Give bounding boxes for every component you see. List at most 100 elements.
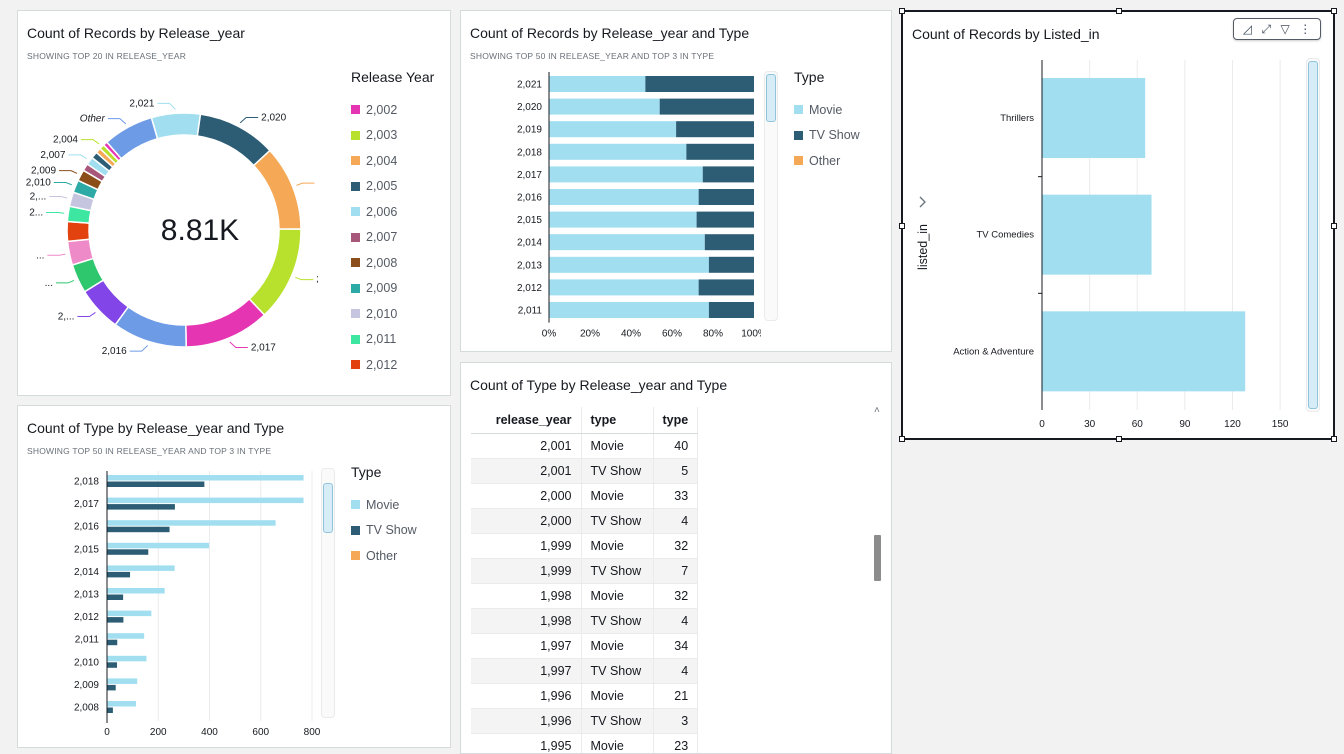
x-tick-label: 20% bbox=[580, 329, 600, 340]
legend-item[interactable]: Movie bbox=[351, 492, 417, 518]
slice-label: 2... bbox=[29, 207, 43, 218]
stacked-bar-panel[interactable]: Count of Records by Release_year and Typ… bbox=[460, 10, 892, 352]
legend-item[interactable]: TV Show bbox=[794, 123, 860, 149]
listed-in-panel[interactable]: Count of Records by Listed_in ◿ ⤢ ▽ ⋮ 03… bbox=[899, 8, 1337, 442]
y-tick-label: 2,013 bbox=[517, 260, 542, 271]
more-icon[interactable]: ⋮ bbox=[1299, 23, 1311, 35]
donut-slice bbox=[252, 149, 302, 230]
legend-swatch bbox=[351, 360, 360, 370]
stacked-bar-chart[interactable]: 2,021 2,020 2,019 2,018 2,017 2,016 2,015 2,014… bbox=[461, 67, 761, 347]
legend-item[interactable]: Movie bbox=[794, 97, 860, 123]
tvshow-bar bbox=[107, 617, 124, 623]
x-tick-label: 0% bbox=[542, 329, 557, 340]
legend-item[interactable]: Other bbox=[351, 543, 417, 569]
donut-legend: Release Year 2,002 2,003 2,004 2,005 2,006 2,… bbox=[351, 69, 434, 378]
legend-item[interactable]: 2,004 bbox=[351, 148, 434, 174]
legend-swatch bbox=[351, 156, 360, 166]
x-tick-label: 40% bbox=[621, 329, 641, 340]
table-row[interactable]: 2,000 Movie 33 bbox=[471, 483, 699, 509]
table-cell: 4 bbox=[653, 508, 699, 534]
donut-slice bbox=[66, 220, 91, 243]
table-cell: Movie bbox=[581, 633, 654, 659]
column-header[interactable]: type bbox=[653, 407, 699, 434]
table-scrollbar[interactable] bbox=[874, 535, 881, 581]
table-cell: TV Show bbox=[581, 708, 654, 734]
listed-in-bar-chart[interactable]: 0 30 60 90 120 150 Thrillers TV Comedies Action … bbox=[903, 38, 1323, 438]
clustered-bar-chart[interactable]: 0 200 400 600 800 2,018 2,017 2,016 2,015 2,014 2,… bbox=[18, 462, 328, 748]
resize-handle-t[interactable] bbox=[1116, 8, 1122, 14]
resize-handle-l[interactable] bbox=[899, 223, 905, 229]
table-row[interactable]: 2,001 TV Show 5 bbox=[471, 458, 699, 484]
table-row[interactable]: 2,000 TV Show 4 bbox=[471, 508, 699, 534]
table-cell: 3 bbox=[653, 708, 699, 734]
leader-line bbox=[157, 102, 176, 110]
resize-handle-tl[interactable] bbox=[899, 8, 905, 14]
insights-icon[interactable]: ◿ bbox=[1243, 23, 1252, 35]
legend-item[interactable]: 2,006 bbox=[351, 199, 434, 225]
table-row[interactable]: 1,999 TV Show 7 bbox=[471, 558, 699, 584]
legend-swatch bbox=[351, 232, 360, 242]
slice-label: 2,018 bbox=[316, 275, 318, 286]
y-tick-label: Thrillers bbox=[1000, 113, 1034, 124]
scrollbar-thumb[interactable] bbox=[766, 74, 776, 122]
filter-icon[interactable]: ▽ bbox=[1281, 23, 1290, 35]
expand-icon[interactable]: ⤢ bbox=[1261, 23, 1271, 35]
resize-handle-r[interactable] bbox=[1331, 223, 1337, 229]
column-header[interactable]: release_year bbox=[471, 407, 582, 434]
donut-chart-panel[interactable]: Count of Records by Release_year SHOWING… bbox=[17, 10, 451, 396]
leader-line bbox=[295, 276, 314, 281]
legend-swatch bbox=[351, 334, 360, 344]
legend-item[interactable]: 2,009 bbox=[351, 276, 434, 302]
clustered-bar-panel[interactable]: Count of Type by Release_year and Type S… bbox=[17, 405, 451, 748]
sort-indicator-icon[interactable]: ˄ bbox=[874, 405, 880, 416]
column-header[interactable]: type bbox=[581, 407, 654, 434]
table-row[interactable]: 1,998 TV Show 4 bbox=[471, 608, 699, 634]
legend-swatch bbox=[351, 551, 360, 561]
legend-item[interactable]: Other bbox=[794, 148, 860, 174]
chart-scrollbar[interactable] bbox=[764, 71, 778, 321]
table-row[interactable]: 2,001 Movie 40 bbox=[471, 433, 699, 459]
table-row[interactable]: 1,997 Movie 34 bbox=[471, 633, 699, 659]
legend-label: 2,002 bbox=[366, 102, 398, 117]
y-tick-label: 2,021 bbox=[517, 80, 542, 91]
resize-handle-tr[interactable] bbox=[1331, 8, 1337, 14]
legend-item[interactable]: 2,002 bbox=[351, 97, 434, 123]
legend-label: Movie bbox=[366, 497, 400, 512]
table-cell: 32 bbox=[653, 583, 699, 609]
legend-item[interactable]: 2,007 bbox=[351, 225, 434, 251]
resize-handle-b[interactable] bbox=[1116, 436, 1122, 442]
leader-line bbox=[59, 170, 78, 174]
table-row[interactable]: 1,996 Movie 21 bbox=[471, 683, 699, 709]
table-row[interactable]: 1,997 TV Show 4 bbox=[471, 658, 699, 684]
y-tick-label: 2,008 bbox=[74, 703, 99, 714]
legend-item[interactable]: 2,008 bbox=[351, 250, 434, 276]
x-tick-label: 60% bbox=[662, 329, 682, 340]
scrollbar-thumb[interactable] bbox=[1308, 61, 1318, 409]
legend-item[interactable]: 2,010 bbox=[351, 301, 434, 327]
chart-scrollbar[interactable] bbox=[321, 468, 335, 718]
table-row[interactable]: 1,999 Movie 32 bbox=[471, 533, 699, 559]
legend-swatch bbox=[351, 525, 360, 535]
legend-item[interactable]: 2,005 bbox=[351, 174, 434, 200]
donut-chart[interactable]: 8.81K 2,021 2,020... 2,018 2,017 2,016 2,.....… bbox=[18, 61, 318, 391]
y-tick-label: 2,017 bbox=[517, 170, 542, 181]
table-row[interactable]: 1,995 Movie 23 bbox=[471, 733, 699, 753]
resize-handle-bl[interactable] bbox=[899, 436, 905, 442]
leader-line bbox=[129, 345, 149, 352]
legend-item[interactable]: 2,011 bbox=[351, 327, 434, 353]
table-row[interactable]: 1,998 Movie 32 bbox=[471, 583, 699, 609]
table-row[interactable]: 1,996 TV Show 3 bbox=[471, 708, 699, 734]
slice-label: 2,010 bbox=[26, 178, 51, 189]
legend-item[interactable]: 2,003 bbox=[351, 123, 434, 149]
scrollbar-thumb[interactable] bbox=[323, 483, 333, 533]
legend-swatch bbox=[351, 105, 360, 115]
resize-handle-br[interactable] bbox=[1331, 436, 1337, 442]
chart-scrollbar[interactable] bbox=[1306, 58, 1320, 412]
stacked-bar-segment bbox=[549, 302, 709, 318]
legend-item[interactable]: TV Show bbox=[351, 518, 417, 544]
table-panel[interactable]: Count of Type by Release_year and Type ˄… bbox=[460, 362, 892, 754]
table-cell: Movie bbox=[581, 733, 654, 753]
stacked-bar-segment bbox=[702, 166, 754, 183]
tvshow-bar bbox=[107, 639, 118, 646]
legend-item[interactable]: 2,012 bbox=[351, 352, 434, 378]
